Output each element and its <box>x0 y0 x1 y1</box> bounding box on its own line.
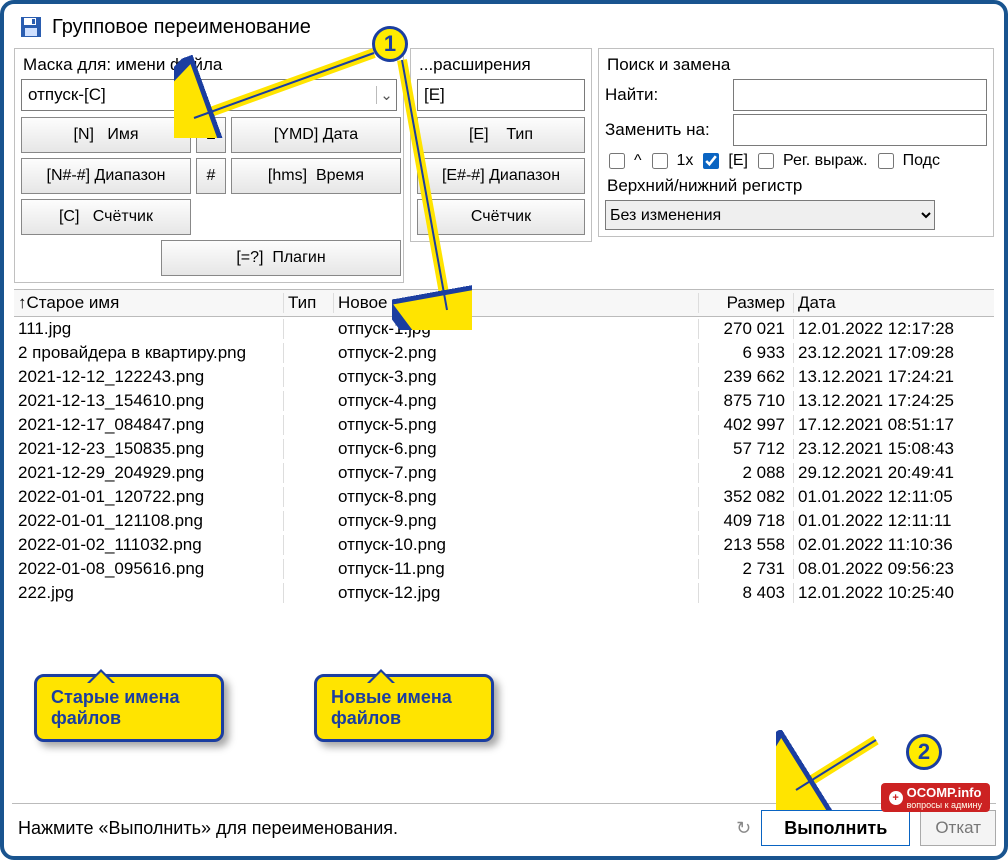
mask-ext-input[interactable] <box>417 79 585 111</box>
table-row[interactable]: 111.jpgотпуск-1.jpg270 02112.01.2022 12:… <box>14 317 994 341</box>
titlebar: Групповое переименование <box>14 12 994 48</box>
btn-hash[interactable]: # <box>196 158 226 194</box>
mask-name-group: Маска для: имени файла ⌄ [N] Имя ± [YMD]… <box>14 48 404 283</box>
chk-regex[interactable] <box>758 153 774 169</box>
case-label: Верхний/нижний регистр <box>607 176 987 196</box>
mask-name-input[interactable] <box>22 80 376 110</box>
file-table-body[interactable]: 111.jpgотпуск-1.jpg270 02112.01.2022 12:… <box>14 317 994 605</box>
btn-E[interactable]: [E] Тип <box>417 117 585 153</box>
chk-E[interactable] <box>703 153 719 169</box>
search-label: Поиск и замена <box>607 55 987 75</box>
chk-1x[interactable] <box>652 153 668 169</box>
annotation-badge-1: 1 <box>372 26 408 62</box>
annotation-callout-old: Старые имена файлов <box>34 674 224 742</box>
search-group: Поиск и замена Найти: Заменить на: ^ 1x … <box>598 48 994 237</box>
case-select[interactable]: Без изменения <box>605 200 935 230</box>
table-row[interactable]: 2022-01-08_095616.pngотпуск-11.png2 7310… <box>14 557 994 581</box>
chk-caret[interactable] <box>609 153 625 169</box>
chk-subst[interactable] <box>878 153 894 169</box>
btn-hms[interactable]: [hms] Время <box>231 158 401 194</box>
mask-ext-label: ...расширения <box>419 55 585 75</box>
replace-label: Заменить на: <box>605 120 725 140</box>
btn-range[interactable]: [N#-#] Диапазон <box>21 158 191 194</box>
save-icon <box>18 14 44 40</box>
window-title: Групповое переименование <box>52 16 311 39</box>
table-row[interactable]: 222.jpgотпуск-12.jpg8 40312.01.2022 10:2… <box>14 581 994 605</box>
status-text: Нажмите «Выполнить» для переименования. <box>12 818 726 839</box>
col-size[interactable]: Размер <box>699 293 794 313</box>
table-row[interactable]: 2021-12-29_204929.pngотпуск-7.png2 08829… <box>14 461 994 485</box>
mask-name-label: Маска для: имени файла <box>23 55 397 75</box>
watermark: + OCOMP.infoвопросы к админу <box>881 783 990 812</box>
mask-ext-group: ...расширения [E] Тип [E#-#] Диапазон Сч… <box>410 48 592 242</box>
col-new[interactable]: Новое имя <box>334 293 699 313</box>
table-row[interactable]: 2021-12-12_122243.pngотпуск-3.png239 662… <box>14 365 994 389</box>
find-label: Найти: <box>605 85 725 105</box>
btn-plusminus[interactable]: ± <box>196 117 226 153</box>
bottom-bar: Нажмите «Выполнить» для переименования. … <box>12 803 996 846</box>
btn-Erange[interactable]: [E#-#] Диапазон <box>417 158 585 194</box>
mask-name-combo[interactable]: ⌄ <box>21 79 397 111</box>
reload-icon[interactable]: ↻ <box>736 818 751 839</box>
table-row[interactable]: 2 провайдера в квартиру.pngотпуск-2.png6… <box>14 341 994 365</box>
execute-button[interactable]: Выполнить <box>761 810 910 846</box>
undo-button[interactable]: Откат <box>920 810 996 846</box>
col-date[interactable]: Дата <box>794 293 994 313</box>
table-row[interactable]: 2022-01-01_120722.pngотпуск-8.png352 082… <box>14 485 994 509</box>
btn-YMD[interactable]: [YMD] Дата <box>231 117 401 153</box>
btn-Ecounter[interactable]: Счётчик <box>417 199 585 235</box>
file-table-header[interactable]: ↑Старое имя Тип Новое имя Размер Дата <box>14 289 994 317</box>
replace-input[interactable] <box>733 114 987 146</box>
arrow-icon <box>776 730 896 810</box>
table-row[interactable]: 2021-12-23_150835.pngотпуск-6.png57 7122… <box>14 437 994 461</box>
table-row[interactable]: 2022-01-01_121108.pngотпуск-9.png409 718… <box>14 509 994 533</box>
btn-counter[interactable]: [C] Счётчик <box>21 199 191 235</box>
annotation-badge-2: 2 <box>906 734 942 770</box>
chevron-down-icon[interactable]: ⌄ <box>376 86 396 104</box>
col-old[interactable]: ↑Старое имя <box>14 293 284 313</box>
btn-N[interactable]: [N] Имя <box>21 117 191 153</box>
table-row[interactable]: 2021-12-13_154610.pngотпуск-4.png875 710… <box>14 389 994 413</box>
annotation-callout-new: Новые имена файлов <box>314 674 494 742</box>
btn-plugin[interactable]: [=?] Плагин <box>161 240 401 276</box>
table-row[interactable]: 2021-12-17_084847.pngотпуск-5.png402 997… <box>14 413 994 437</box>
col-ext[interactable]: Тип <box>284 293 334 313</box>
table-row[interactable]: 2022-01-02_111032.pngотпуск-10.png213 55… <box>14 533 994 557</box>
find-input[interactable] <box>733 79 987 111</box>
